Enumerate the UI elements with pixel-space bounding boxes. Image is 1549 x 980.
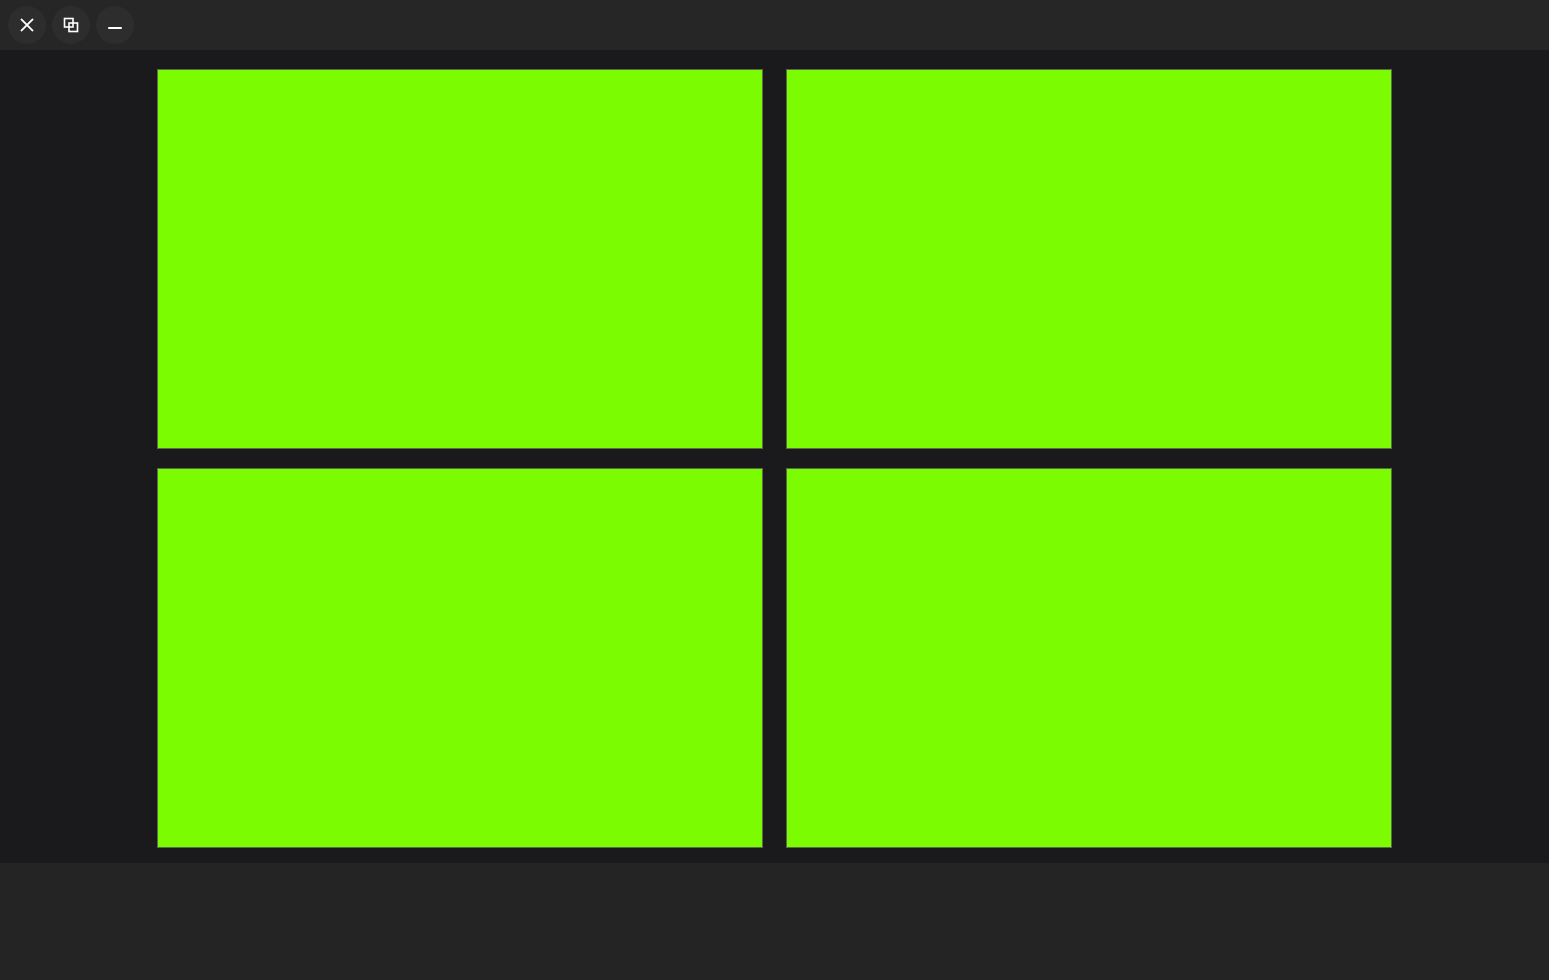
minimize-icon <box>105 15 125 35</box>
maximize-restore-icon <box>61 15 81 35</box>
participant-video-tile[interactable] <box>157 69 763 449</box>
minimize-button[interactable] <box>96 6 134 44</box>
meeting-toolbar: Manage Participants Stop Video <box>0 863 1549 980</box>
participant-video-tile[interactable] <box>157 468 763 848</box>
participant-video-tile[interactable] <box>786 468 1392 848</box>
title-bar <box>0 0 1549 50</box>
close-button[interactable] <box>8 6 46 44</box>
participant-video-tile[interactable] <box>786 69 1392 449</box>
maximize-button[interactable] <box>52 6 90 44</box>
video-grid <box>157 69 1392 848</box>
close-icon <box>17 15 37 35</box>
meeting-window: Manage Participants Stop Video <box>0 0 1549 980</box>
